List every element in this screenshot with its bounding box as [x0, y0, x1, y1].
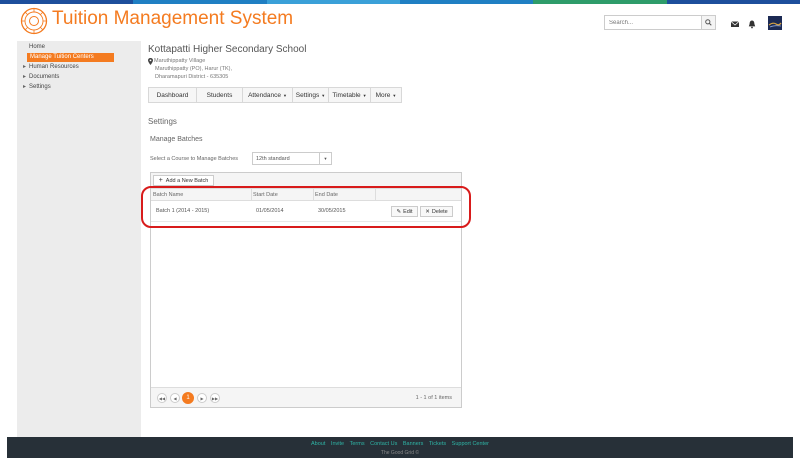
sidebar-item-settings[interactable]: ▸ Settings: [23, 83, 51, 90]
nav-students[interactable]: Students: [197, 88, 243, 102]
nav-attendance[interactable]: Attendance ▼: [243, 88, 293, 102]
footer-link-terms[interactable]: Terms: [350, 441, 365, 447]
nav-timetable[interactable]: Timetable ▼: [329, 88, 371, 102]
chevron-down-icon: ▼: [362, 92, 367, 98]
current-page-button[interactable]: 1: [182, 392, 194, 404]
footer-link-about[interactable]: About: [311, 441, 325, 447]
search-icon: [705, 19, 712, 26]
chevron-down-icon: ▼: [321, 92, 326, 98]
nav-more[interactable]: More ▼: [371, 88, 401, 102]
last-page-button[interactable]: ▶▶: [210, 393, 220, 403]
first-page-icon: ◀◀: [158, 395, 166, 401]
mail-icon[interactable]: [730, 19, 740, 29]
map-marker-icon: [148, 58, 153, 65]
nav-label: Dashboard: [156, 91, 189, 99]
chevron-down-icon: ▼: [319, 153, 331, 164]
caret-right-icon: ▸: [23, 84, 27, 90]
search-button[interactable]: [702, 15, 716, 30]
footer-link-tickets[interactable]: Tickets: [429, 441, 446, 447]
add-batch-button[interactable]: + Add a New Batch: [153, 175, 214, 186]
footer-link-contact-us[interactable]: Contact Us: [370, 441, 397, 447]
search-input[interactable]: [604, 15, 702, 30]
sidebar-item-manage-tuition-centers[interactable]: Manage Tuition Centers: [27, 53, 114, 62]
nav-label: More: [375, 91, 391, 99]
pager: ◀◀ ◀ 1 ▶ ▶▶ 1 - 1 of 1 items: [151, 387, 461, 407]
nav-label: Attendance: [248, 91, 281, 99]
sidebar: Home Manage Tuition Centers ▸ Human Resou…: [17, 41, 141, 437]
chevron-down-icon: ▼: [282, 92, 287, 98]
footer: About Invite Terms Contact Us Banners Ti…: [7, 437, 793, 458]
sidebar-item-label: Documents: [29, 74, 60, 80]
nav-dashboard[interactable]: Dashboard: [149, 88, 197, 102]
last-page-icon: ▶▶: [211, 395, 219, 401]
next-page-button[interactable]: ▶: [197, 393, 207, 403]
prev-page-icon: ◀: [173, 395, 177, 401]
sidebar-item-label: Human Resources: [29, 64, 79, 70]
bell-icon[interactable]: [747, 19, 757, 29]
add-batch-label: Add a New Batch: [165, 177, 209, 184]
highlight-annotation: [141, 186, 471, 228]
address-line-3: Dharamapuri District - 635305: [155, 74, 229, 80]
nav-label: Students: [206, 91, 233, 99]
nav-label: Timetable: [332, 91, 361, 99]
caret-right-icon: ▸: [23, 74, 27, 80]
footer-link-invite[interactable]: Invite: [331, 441, 344, 447]
plus-icon: +: [158, 177, 163, 184]
footer-link-support-center[interactable]: Support Center: [452, 441, 489, 447]
footer-link-banners[interactable]: Banners: [403, 441, 424, 447]
sidebar-item-documents[interactable]: ▸ Documents: [23, 73, 59, 80]
header: Tuition Management System: [0, 4, 800, 38]
next-page-icon: ▶: [200, 395, 204, 401]
address-line-1: Maruthippatty Village: [154, 58, 206, 64]
course-select-value: 12th standard: [256, 156, 290, 162]
sidebar-item-label: Settings: [29, 84, 51, 90]
sidebar-item-human-resources[interactable]: ▸ Human Resources: [23, 63, 79, 70]
footer-copyright: The Good Grid ©: [380, 450, 420, 456]
avatar[interactable]: [768, 16, 782, 30]
page-heading: Settings: [148, 117, 177, 126]
caret-right-icon: ▸: [23, 64, 27, 70]
logo-icon: [20, 7, 48, 35]
first-page-button[interactable]: ◀◀: [157, 393, 167, 403]
main-nav: Dashboard Students Attendance ▼ Settings ▼…: [148, 87, 402, 103]
pager-info: 1 - 1 of 1 items: [415, 395, 452, 401]
school-name: Kottapatti Higher Secondary School: [148, 44, 307, 55]
sidebar-item-home[interactable]: Home: [29, 44, 45, 50]
nav-settings[interactable]: Settings ▼: [293, 88, 329, 102]
page-subheading: Manage Batches: [150, 136, 203, 143]
address-line-2: Maruthippatty (PO), Harur (TK),: [155, 66, 233, 72]
avatar-image: [768, 16, 782, 30]
footer-links: About Invite Terms Contact Us Banners Ti…: [7, 441, 793, 447]
prev-page-button[interactable]: ◀: [170, 393, 180, 403]
course-select[interactable]: 12th standard ▼: [252, 152, 332, 165]
chevron-down-icon: ▼: [392, 92, 397, 98]
app-title: Tuition Management System: [52, 8, 294, 29]
course-select-label: Select a Course to Manage Batches: [150, 156, 239, 162]
nav-label: Settings: [295, 91, 320, 99]
